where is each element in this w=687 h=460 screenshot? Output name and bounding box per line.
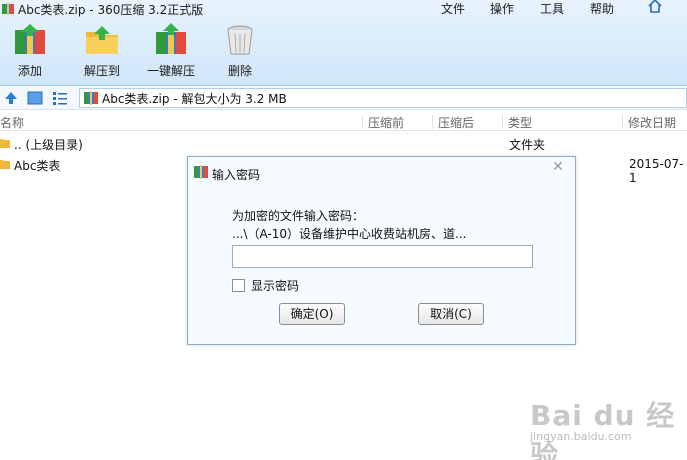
- column-name[interactable]: 名称: [0, 114, 24, 131]
- extract-to-label: 解压到: [83, 64, 120, 78]
- ok-button[interactable]: 确定(O): [279, 303, 345, 325]
- up-arrow-icon[interactable]: [3, 90, 19, 106]
- address-path: Abc类表.zip - 解包大小为 3.2 MB: [102, 91, 287, 106]
- archive-icon: [2, 3, 14, 15]
- cancel-button[interactable]: 取消(C): [418, 303, 484, 325]
- add-label: 添加: [17, 64, 42, 78]
- watermark-logo-text: Bai du 经验: [530, 399, 676, 460]
- file-type: 文件夹: [509, 138, 546, 152]
- baidu-watermark: Bai du 经验 jingyan.baidu.com: [528, 394, 678, 460]
- window-title-text: Abc类表.zip - 360压缩 3.2正式版: [18, 2, 204, 17]
- file-list-header: 名称 压缩前 压缩后 类型 修改日期: [0, 113, 687, 131]
- column-after-size[interactable]: 压缩后: [432, 114, 474, 131]
- one-click-extract-label: 一键解压: [146, 64, 195, 78]
- list-item-parent-dir[interactable]: .. (上级目录) 文件夹: [0, 134, 687, 154]
- show-password-label: 显示密码: [251, 279, 300, 293]
- address-bar-row: Abc类表.zip - 解包大小为 3.2 MB: [0, 86, 687, 110]
- password-input[interactable]: [232, 245, 533, 268]
- folder-icon: [0, 139, 10, 148]
- window-title: Abc类表.zip - 360压缩 3.2正式版: [0, 0, 203, 18]
- menu-operation[interactable]: 操作: [490, 0, 514, 17]
- dialog-title-bar: 输入密码 ✕: [188, 157, 575, 187]
- folder-extract-icon: [86, 26, 118, 54]
- archive-icon: [194, 165, 208, 179]
- list-view-icon[interactable]: [52, 90, 68, 106]
- dialog-title: 输入密码: [212, 168, 261, 182]
- watermark-url: jingyan.baidu.com: [530, 430, 632, 443]
- home-icon[interactable]: [647, 0, 663, 14]
- toolbar-region: Abc类表.zip - 360压缩 3.2正式版 文件 操作 工具 帮助 添加 …: [0, 0, 687, 86]
- file-name: .. (上级目录): [14, 138, 83, 152]
- address-bar[interactable]: Abc类表.zip - 解包大小为 3.2 MB: [79, 88, 687, 108]
- close-icon[interactable]: ✕: [551, 160, 565, 174]
- file-date: 2015-07-1: [629, 157, 684, 185]
- one-click-extract-button[interactable]: 一键解压: [145, 22, 197, 79]
- menu-file[interactable]: 文件: [441, 0, 465, 17]
- show-password-checkbox[interactable]: [232, 279, 245, 292]
- column-type[interactable]: 类型: [502, 114, 532, 131]
- dialog-prompt: 为加密的文件输入密码：: [232, 209, 365, 223]
- file-name: Abc类表: [14, 159, 61, 173]
- delete-button[interactable]: 删除: [222, 22, 258, 79]
- column-modified[interactable]: 修改日期: [622, 114, 676, 131]
- show-password-row[interactable]: 显示密码: [232, 277, 299, 294]
- menu-tools[interactable]: 工具: [540, 0, 564, 17]
- extract-to-button[interactable]: 解压到: [80, 22, 124, 79]
- thumbnail-view-icon[interactable]: [27, 90, 43, 106]
- one-click-extract-icon: [156, 23, 186, 54]
- column-before-size[interactable]: 压缩前: [362, 114, 404, 131]
- trash-icon: [227, 25, 253, 55]
- dialog-file-path: ...\（A-10）设备维护中心收费站机房、道...: [232, 227, 467, 241]
- folder-icon: [0, 160, 10, 169]
- add-archive-icon: [15, 24, 45, 54]
- menu-help[interactable]: 帮助: [590, 0, 614, 17]
- zip-file-icon: [84, 91, 98, 105]
- delete-label: 删除: [227, 64, 252, 78]
- add-button[interactable]: 添加: [10, 22, 50, 79]
- password-dialog: 输入密码 ✕ 为加密的文件输入密码： ...\（A-10）设备维护中心收费站机房…: [187, 156, 576, 345]
